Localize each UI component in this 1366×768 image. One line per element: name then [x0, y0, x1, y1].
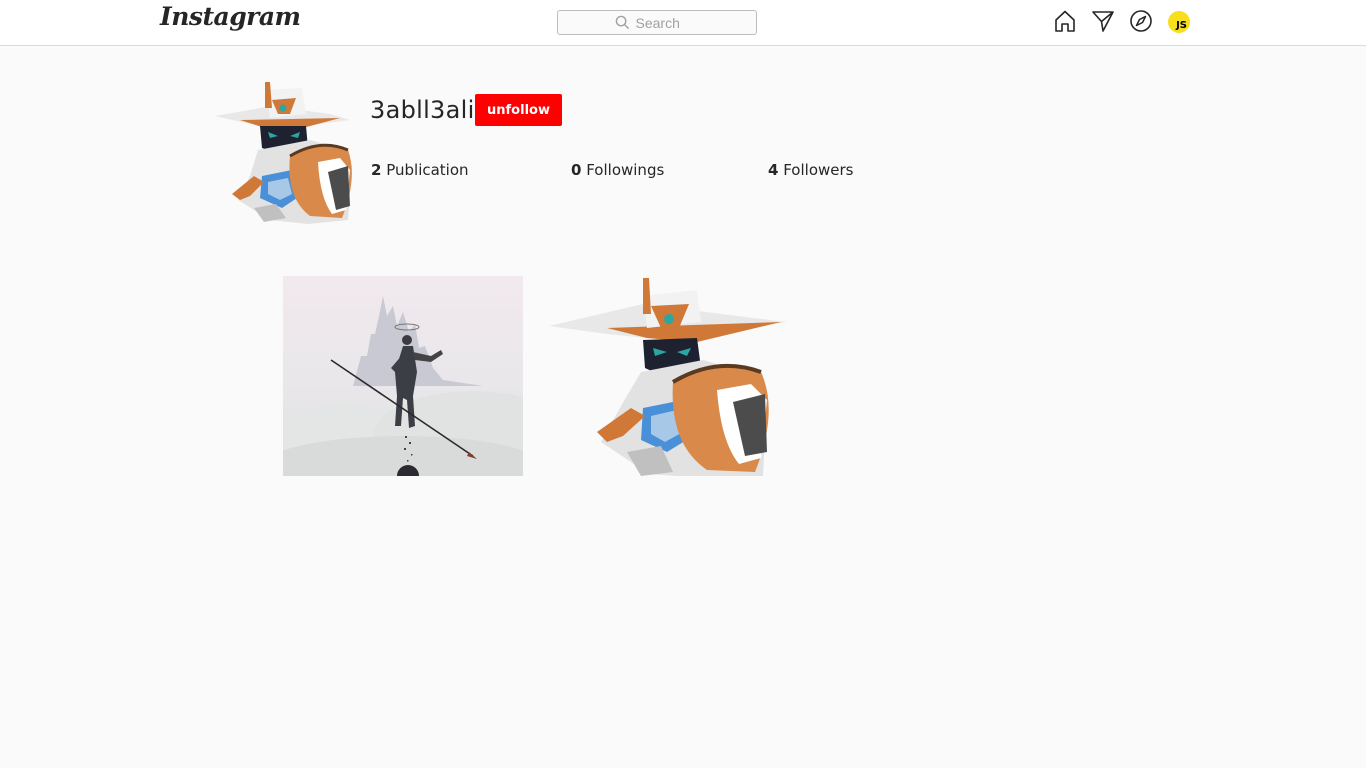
- followers-count[interactable]: 4 Followers: [768, 161, 853, 179]
- top-navigation-bar: Instagram JS: [0, 0, 1366, 46]
- post-thumbnail-2[interactable]: [547, 276, 787, 476]
- followers-count-label: Followers: [783, 161, 854, 179]
- search-icon: [615, 15, 629, 30]
- explore-button[interactable]: [1129, 9, 1153, 33]
- explore-compass-icon: [1130, 10, 1152, 32]
- followers-count-value: 4: [768, 161, 779, 179]
- post-thumbnail-1[interactable]: [283, 276, 523, 476]
- direct-messages-button[interactable]: [1091, 9, 1115, 33]
- search-input[interactable]: [635, 14, 700, 31]
- user-avatar-button[interactable]: JS: [1168, 11, 1190, 33]
- home-button[interactable]: [1053, 9, 1077, 33]
- followings-count-label: Followings: [586, 161, 665, 179]
- publication-count-value: 2: [371, 161, 382, 179]
- unfollow-button[interactable]: unfollow: [475, 94, 562, 126]
- profile-avatar: [210, 78, 360, 228]
- profile-username: 3abll3ali: [370, 96, 475, 124]
- spear-figure-image: [283, 276, 523, 476]
- publication-count: 2 Publication: [371, 161, 469, 179]
- followings-count-value: 0: [571, 161, 582, 179]
- direct-send-icon: [1092, 11, 1114, 32]
- robot-avatar-image: [215, 82, 352, 224]
- robot-character-image: [547, 276, 787, 476]
- publication-count-label: Publication: [386, 161, 469, 179]
- followings-count[interactable]: 0 Followings: [571, 161, 664, 179]
- search-box[interactable]: [557, 10, 757, 35]
- instagram-logo[interactable]: Instagram: [160, 2, 301, 31]
- home-icon: [1055, 10, 1075, 32]
